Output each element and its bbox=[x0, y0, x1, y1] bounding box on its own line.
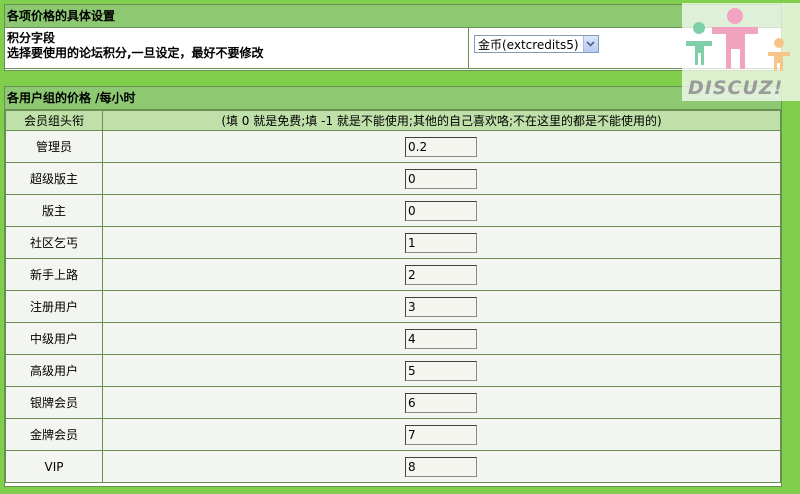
people-family-icon bbox=[686, 8, 790, 71]
credit-field-description: 选择要使用的论坛积分,一旦设定，最好不要修改 bbox=[7, 46, 264, 60]
price-input[interactable] bbox=[405, 392, 477, 413]
credit-field-title: 积分字段 bbox=[7, 31, 56, 45]
group-name-cell: 金牌会员 bbox=[5, 418, 103, 451]
price-input[interactable] bbox=[405, 328, 477, 349]
credit-field-select[interactable]: 金币(extcredits5) bbox=[474, 35, 599, 53]
discuz-logo-text: DISCUZ! bbox=[688, 77, 784, 99]
table-row: 社区乞丐 bbox=[5, 226, 781, 259]
table-row: 高级用户 bbox=[5, 354, 781, 387]
price-cell bbox=[102, 354, 781, 387]
price-input[interactable] bbox=[405, 296, 477, 317]
price-input[interactable] bbox=[405, 424, 477, 445]
table-row: 新手上路 bbox=[5, 258, 781, 291]
price-input[interactable] bbox=[405, 136, 477, 157]
group-name-cell: 注册用户 bbox=[5, 290, 103, 323]
table-row: 注册用户 bbox=[5, 290, 781, 323]
credit-field-row: 积分字段 选择要使用的论坛积分,一旦设定，最好不要修改 金币(extcredit… bbox=[5, 28, 781, 69]
credit-field-label: 积分字段 选择要使用的论坛积分,一旦设定，最好不要修改 bbox=[5, 28, 469, 68]
price-input[interactable] bbox=[405, 264, 477, 285]
group-name-cell: 社区乞丐 bbox=[5, 226, 103, 259]
price-cell bbox=[102, 258, 781, 291]
price-cell bbox=[102, 322, 781, 355]
table-row: 中级用户 bbox=[5, 322, 781, 355]
price-cell bbox=[102, 290, 781, 323]
credit-settings-panel: 各项价格的具体设置 积分字段 选择要使用的论坛积分,一旦设定，最好不要修改 金币… bbox=[4, 4, 782, 71]
price-cell bbox=[102, 418, 781, 451]
credit-section-header: 各项价格的具体设置 bbox=[5, 5, 781, 28]
price-cell bbox=[102, 194, 781, 227]
group-name-cell: 高级用户 bbox=[5, 354, 103, 387]
price-input[interactable] bbox=[405, 456, 477, 477]
price-cell bbox=[102, 130, 781, 163]
table-row: 管理员 bbox=[5, 130, 781, 163]
chevron-down-icon[interactable] bbox=[582, 36, 598, 52]
price-section-header: 各用户组的价格 /每小时 bbox=[5, 87, 781, 110]
table-row: 超级版主 bbox=[5, 162, 781, 195]
price-cell bbox=[102, 162, 781, 195]
price-input[interactable] bbox=[405, 232, 477, 253]
group-name-cell: 管理员 bbox=[5, 130, 103, 163]
group-name-cell: 新手上路 bbox=[5, 258, 103, 291]
group-price-table: 会员组头衔 (填 0 就是免费;填 -1 就是不能使用;其他的自己喜欢咯;不在这… bbox=[5, 110, 781, 483]
credit-field-select-value: 金币(extcredits5) bbox=[478, 37, 579, 52]
column-header-group: 会员组头衔 bbox=[5, 110, 103, 131]
price-input[interactable] bbox=[405, 168, 477, 189]
group-name-cell: 版主 bbox=[5, 194, 103, 227]
table-header-row: 会员组头衔 (填 0 就是免费;填 -1 就是不能使用;其他的自己喜欢咯;不在这… bbox=[5, 110, 781, 131]
price-cell bbox=[102, 226, 781, 259]
group-name-cell: 中级用户 bbox=[5, 322, 103, 355]
column-header-note: (填 0 就是免费;填 -1 就是不能使用;其他的自己喜欢咯;不在这里的都是不能… bbox=[102, 110, 781, 131]
group-name-cell: VIP bbox=[5, 450, 103, 483]
table-row: VIP bbox=[5, 450, 781, 483]
table-row: 银牌会员 bbox=[5, 386, 781, 419]
group-price-panel: 各用户组的价格 /每小时 会员组头衔 (填 0 就是免费;填 -1 就是不能使用… bbox=[4, 86, 782, 487]
group-name-cell: 超级版主 bbox=[5, 162, 103, 195]
price-cell bbox=[102, 386, 781, 419]
price-input[interactable] bbox=[405, 200, 477, 221]
price-cell bbox=[102, 450, 781, 483]
group-name-cell: 银牌会员 bbox=[5, 386, 103, 419]
price-input[interactable] bbox=[405, 360, 477, 381]
discuz-logo: DISCUZ! bbox=[682, 3, 800, 101]
table-row: 金牌会员 bbox=[5, 418, 781, 451]
table-row: 版主 bbox=[5, 194, 781, 227]
